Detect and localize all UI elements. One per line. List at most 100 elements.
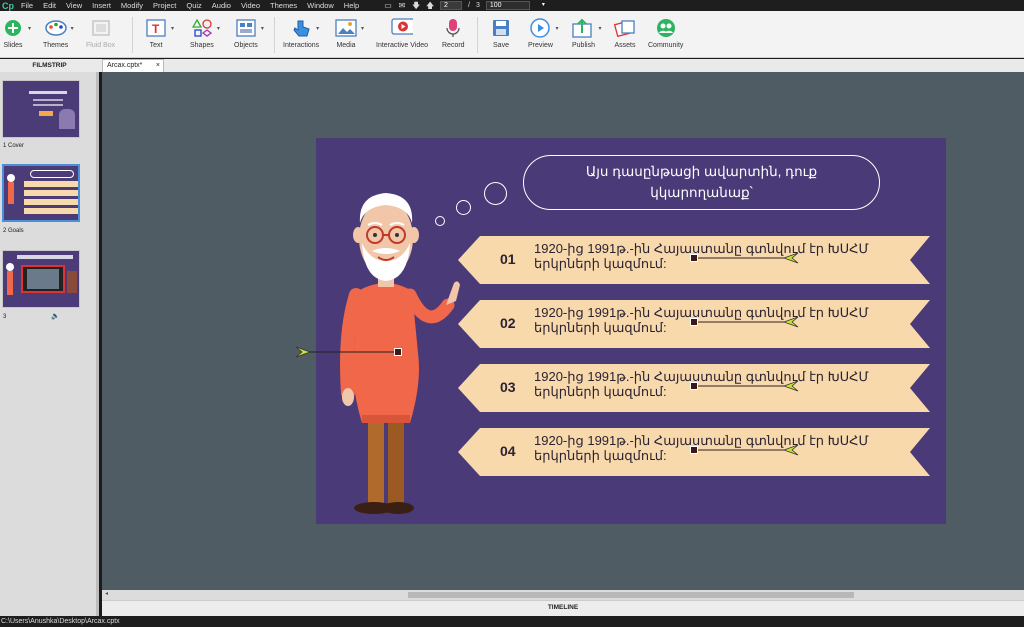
arrow-down-icon[interactable]: 🡇: [412, 2, 420, 10]
chevron-down-icon: ▾: [360, 26, 364, 32]
shapes-button[interactable]: ▾ Shapes: [190, 17, 220, 49]
slides-label: Slides: [3, 42, 23, 49]
toolbar: ▾ Slides ▾ Themes Fluid Box T ▾ Text ▾ Sh…: [0, 11, 1024, 58]
shapes-label: Shapes: [190, 42, 214, 49]
menu-view[interactable]: View: [61, 0, 87, 11]
text-label: Text: [149, 42, 163, 49]
arrow-up-icon[interactable]: 🡅: [426, 2, 434, 10]
slide-caption-1: 1 Cover: [3, 143, 25, 149]
menu-themes[interactable]: Themes: [265, 0, 302, 11]
goal-number: 01: [500, 251, 516, 267]
motion-path-handle[interactable]: [394, 348, 402, 356]
document-tab-title: Arcax.cptx*: [107, 62, 143, 69]
bubble-text-line2: կկարողանաք՝: [650, 185, 753, 200]
interactions-label: Interactions: [283, 42, 320, 49]
save-button[interactable]: Save: [490, 17, 512, 49]
thought-bubble[interactable]: Այս դասընթացի ավարտին, դուք կկարողանաք՝: [523, 155, 880, 210]
themes-button[interactable]: ▾ Themes: [43, 17, 74, 49]
slide-thumbnail-1[interactable]: [2, 80, 80, 138]
bubble-text-line1: Այս դասընթացի ավարտին, դուք: [585, 164, 818, 179]
save-label: Save: [493, 42, 509, 49]
close-tab-icon[interactable]: ×: [156, 60, 160, 72]
menu-quiz[interactable]: Quiz: [181, 0, 206, 11]
add-slide-icon: [5, 20, 21, 36]
publish-button[interactable]: ▾ Publish: [572, 17, 601, 49]
assets-icon: [614, 20, 635, 38]
record-button[interactable]: Record: [442, 17, 465, 49]
menu-edit[interactable]: Edit: [38, 0, 61, 11]
slide-thumbnail-3[interactable]: [2, 250, 80, 308]
menu-window[interactable]: Window: [302, 0, 339, 11]
zoom-value: 100: [489, 2, 502, 9]
record-label: Record: [442, 42, 465, 49]
monitor-icon[interactable]: ▭: [384, 2, 392, 10]
horizontal-scrollbar[interactable]: ◂: [102, 590, 1024, 600]
community-button[interactable]: Community: [648, 17, 683, 49]
menu-insert[interactable]: Insert: [87, 0, 116, 11]
video-play-icon: [391, 18, 413, 35]
slide-canvas[interactable]: Այս դասընթացի ավարտին, դուք կկարողանաք՝: [295, 138, 946, 524]
community-icon: [656, 19, 675, 37]
document-tab[interactable]: Arcax.cptx* ×: [102, 59, 164, 72]
preview-label: Preview: [528, 42, 553, 49]
toolbar-divider: [274, 17, 275, 53]
slide-caption-2: 2 Goals: [3, 228, 24, 234]
assets-label: Assets: [614, 42, 636, 49]
preview-button[interactable]: ▾ Preview: [528, 17, 558, 49]
motion-path[interactable]: [294, 342, 406, 362]
fluid-box-label: Fluid Box: [86, 42, 116, 49]
scrollbar-thumb[interactable]: [408, 592, 854, 598]
media-button[interactable]: ▾ Media: [335, 17, 364, 49]
menu-project[interactable]: Project: [148, 0, 181, 11]
text-icon: T: [146, 19, 166, 37]
document-tab-bar: Arcax.cptx* ×: [99, 59, 1024, 72]
fluid-box-icon: [91, 20, 110, 36]
interactive-video-button[interactable]: Interactive Video: [376, 17, 428, 49]
slide-stage: Այս դասընթացի ավարտին, դուք կկարողանաք՝: [102, 72, 1024, 590]
motion-path-handle[interactable]: [690, 382, 698, 390]
slides-button[interactable]: ▾ Slides: [2, 17, 31, 49]
microphone-icon: [446, 19, 460, 37]
slide-thumbnail-2[interactable]: [2, 164, 80, 222]
objects-label: Objects: [234, 42, 258, 49]
status-bar-path: C:\Users\Anushka\Desktop\Arcax.cptx: [0, 616, 1024, 627]
filmstrip-header: FILMSTRIP: [0, 59, 99, 72]
pointer-hand-icon: [293, 20, 310, 37]
menu-file[interactable]: File: [16, 0, 38, 11]
chevron-down-icon: ▾: [70, 26, 74, 32]
menu-help[interactable]: Help: [339, 0, 364, 11]
menu-video[interactable]: Video: [236, 0, 265, 11]
svg-text:T: T: [152, 22, 160, 36]
assets-button[interactable]: Assets: [614, 17, 636, 49]
motion-path-handle[interactable]: [690, 254, 698, 262]
motion-path-handle[interactable]: [690, 318, 698, 326]
scroll-left-icon[interactable]: ◂: [105, 590, 108, 597]
zoom-select[interactable]: 100 ▾: [485, 1, 545, 10]
objects-button[interactable]: ▾ Objects: [234, 17, 264, 49]
motion-path-handle[interactable]: [690, 446, 698, 454]
toolbar-divider: [132, 17, 133, 53]
chevron-down-icon: ▾: [216, 26, 220, 32]
quick-tools: ▭ ✉ 🡇 🡅 2 / 3 100 ▾: [384, 0, 545, 11]
goal-number: 03: [500, 379, 516, 395]
goal-motion-paths[interactable]: [690, 248, 802, 478]
interactions-button[interactable]: ▾ Interactions: [283, 17, 319, 49]
image-icon: [335, 19, 357, 37]
goal-number: 04: [500, 443, 516, 459]
menu-audio[interactable]: Audio: [207, 0, 236, 11]
fluid-box-button[interactable]: Fluid Box: [86, 17, 115, 49]
slide-caption-3: 3: [3, 314, 7, 320]
text-button[interactable]: T ▾ Text: [145, 17, 174, 49]
mail-icon[interactable]: ✉: [398, 2, 406, 10]
chevron-down-icon: ▾: [598, 26, 602, 32]
chevron-down-icon: ▾: [316, 26, 320, 32]
chevron-down-icon: ▾: [541, 2, 545, 8]
publish-label: Publish: [572, 42, 595, 49]
timeline-panel[interactable]: TIMELINE: [102, 600, 1024, 616]
current-page-input[interactable]: 2: [440, 1, 462, 10]
goal-number: 02: [500, 315, 516, 331]
speaker-icon: 🔈: [51, 313, 60, 320]
menu-modify[interactable]: Modify: [116, 0, 148, 11]
chevron-down-icon: ▾: [170, 26, 174, 32]
palette-icon: [44, 20, 67, 36]
